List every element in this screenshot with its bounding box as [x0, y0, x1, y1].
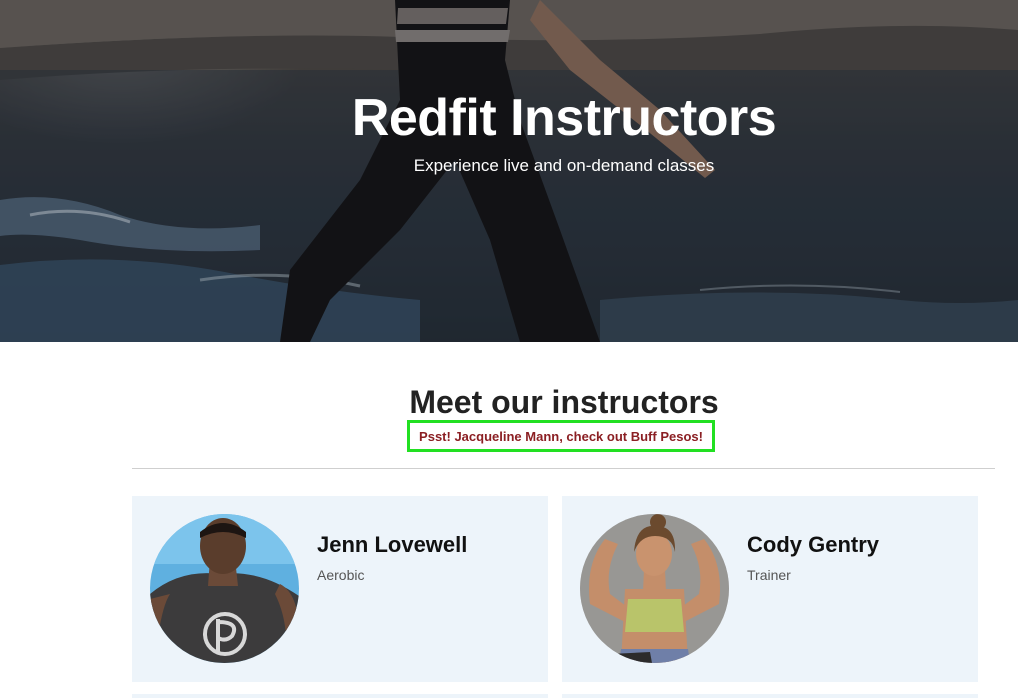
instructor-role: Trainer: [747, 567, 791, 583]
hero-banner: Redfit Instructors Experience live and o…: [0, 0, 1018, 342]
instructor-avatar: [150, 514, 299, 663]
instructor-card-partial[interactable]: [562, 694, 978, 698]
section-title: Meet our instructors: [409, 384, 719, 420]
instructor-name: Cody Gentry: [747, 532, 880, 557]
female-instructor-photo: [580, 514, 729, 663]
instructor-card[interactable]: Jenn Lovewell Aerobic: [132, 496, 548, 682]
hero-subtitle: Experience live and on-demand classes: [413, 156, 715, 175]
instructor-avatar: [580, 514, 729, 663]
male-instructor-photo: [150, 514, 299, 663]
promo-message: Psst! Jacqueline Mann, check out Buff Pe…: [407, 420, 715, 452]
instructor-name: Jenn Lovewell: [317, 532, 468, 557]
instructor-card[interactable]: Cody Gentry Trainer: [562, 496, 978, 682]
hero-title: Redfit Instructors: [351, 89, 777, 147]
instructor-role: Aerobic: [317, 567, 365, 583]
section-divider: [132, 468, 995, 469]
instructor-card-partial[interactable]: [132, 694, 548, 698]
